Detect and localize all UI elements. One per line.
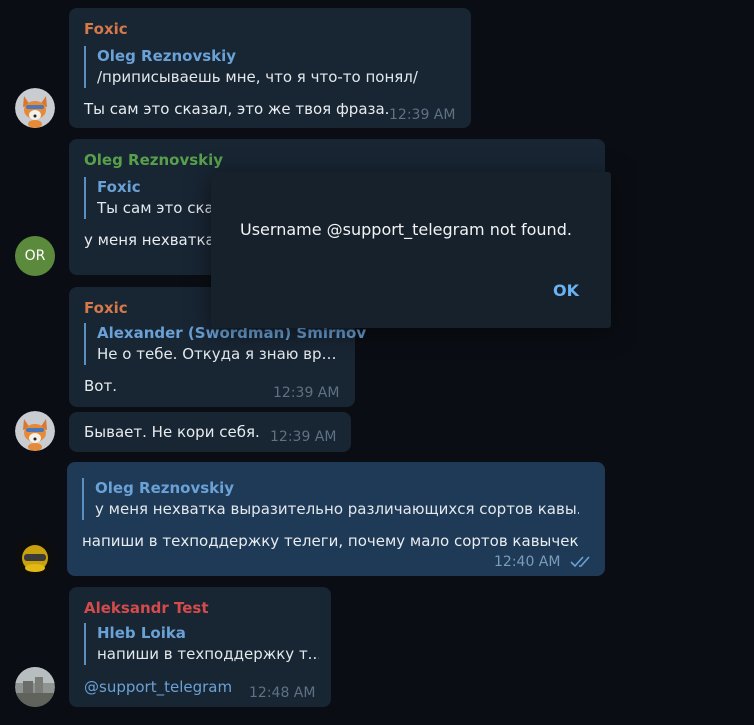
reply-preview[interactable]: Oleg Reznovskiy у меня нехватка выразите… — [82, 478, 579, 520]
message-time: 12:39 AM — [270, 429, 337, 445]
error-dialog: Username @support_telegram not found. OK — [211, 172, 611, 328]
fox-avatar-icon — [15, 411, 55, 451]
photo-avatar-icon — [15, 667, 55, 707]
reply-preview[interactable]: Foxic Ты сам это сказ — [84, 177, 222, 219]
message-time: 12:39 AM — [273, 385, 340, 401]
message-text: Ты сам это сказал, это же твоя фраза. — [84, 100, 390, 118]
message-bubble[interactable]: Бывает. Не кори себя. 12:39 AM — [69, 412, 351, 452]
reply-author: Hleb Loika — [97, 624, 186, 642]
reply-text: Не о тебе. Откуда я знаю вро... — [97, 345, 342, 363]
message-time: 12:48 AM — [249, 685, 316, 701]
avatar-aleksandr[interactable] — [15, 667, 55, 707]
reply-preview[interactable]: Hleb Loika напиши в техподдержку т... — [84, 623, 319, 665]
message-time: 12:40 AM — [494, 554, 561, 570]
reply-text: Ты сам это сказ — [97, 199, 222, 217]
avatar-foxic[interactable] — [15, 88, 55, 128]
reply-author: Foxic — [97, 178, 141, 196]
message-bubble[interactable]: Foxic Oleg Reznovskiy /приписываешь мне,… — [69, 8, 471, 128]
message-text: Бывает. Не кори себя. — [84, 423, 260, 441]
chat-history[interactable]: Foxic Oleg Reznovskiy /приписываешь мне,… — [0, 0, 754, 725]
avatar-oleg[interactable]: OR — [15, 236, 55, 276]
avatar-foxic[interactable] — [15, 411, 55, 451]
message-bubble-outgoing[interactable]: Oleg Reznovskiy у меня нехватка выразите… — [67, 462, 605, 576]
message-text: Вот. — [84, 377, 117, 395]
sender-name[interactable]: Foxic — [84, 299, 128, 317]
helmet-avatar-icon — [15, 537, 55, 577]
avatar-initials: OR — [24, 248, 46, 264]
reply-text: напиши в техподдержку т... — [97, 645, 319, 663]
message-bubble[interactable]: Aleksandr Test Hleb Loika напиши в техпо… — [69, 587, 331, 707]
dialog-message: Username @support_telegram not found. — [240, 220, 572, 239]
message-text: у меня нехватка — [84, 231, 215, 249]
reply-preview[interactable]: Alexander (Swordman) Smirnov Не о тебе. … — [84, 323, 366, 365]
message-text: напиши в техподдержку телеги, почему мал… — [82, 532, 579, 550]
double-check-icon — [570, 556, 590, 568]
sender-name[interactable]: Aleksandr Test — [84, 599, 209, 617]
reply-text: /приписываешь мне, что я что-то понял/ — [97, 68, 418, 86]
fox-avatar-icon — [15, 88, 55, 128]
reply-author: Oleg Reznovskiy — [95, 479, 235, 497]
mention-link[interactable]: @support_telegram — [84, 678, 232, 696]
reply-author: Oleg Reznovskiy — [97, 47, 237, 65]
sender-name[interactable]: Oleg Reznovskiy — [84, 151, 223, 169]
reply-preview[interactable]: Oleg Reznovskiy /приписываешь мне, что я… — [84, 46, 418, 88]
ok-button[interactable]: OK — [541, 275, 591, 307]
avatar-self[interactable] — [15, 537, 55, 577]
message-time: 12:39 AM — [389, 107, 456, 123]
sender-name[interactable]: Foxic — [84, 20, 128, 38]
reply-text: у меня нехватка выразительно различающих… — [95, 500, 579, 518]
